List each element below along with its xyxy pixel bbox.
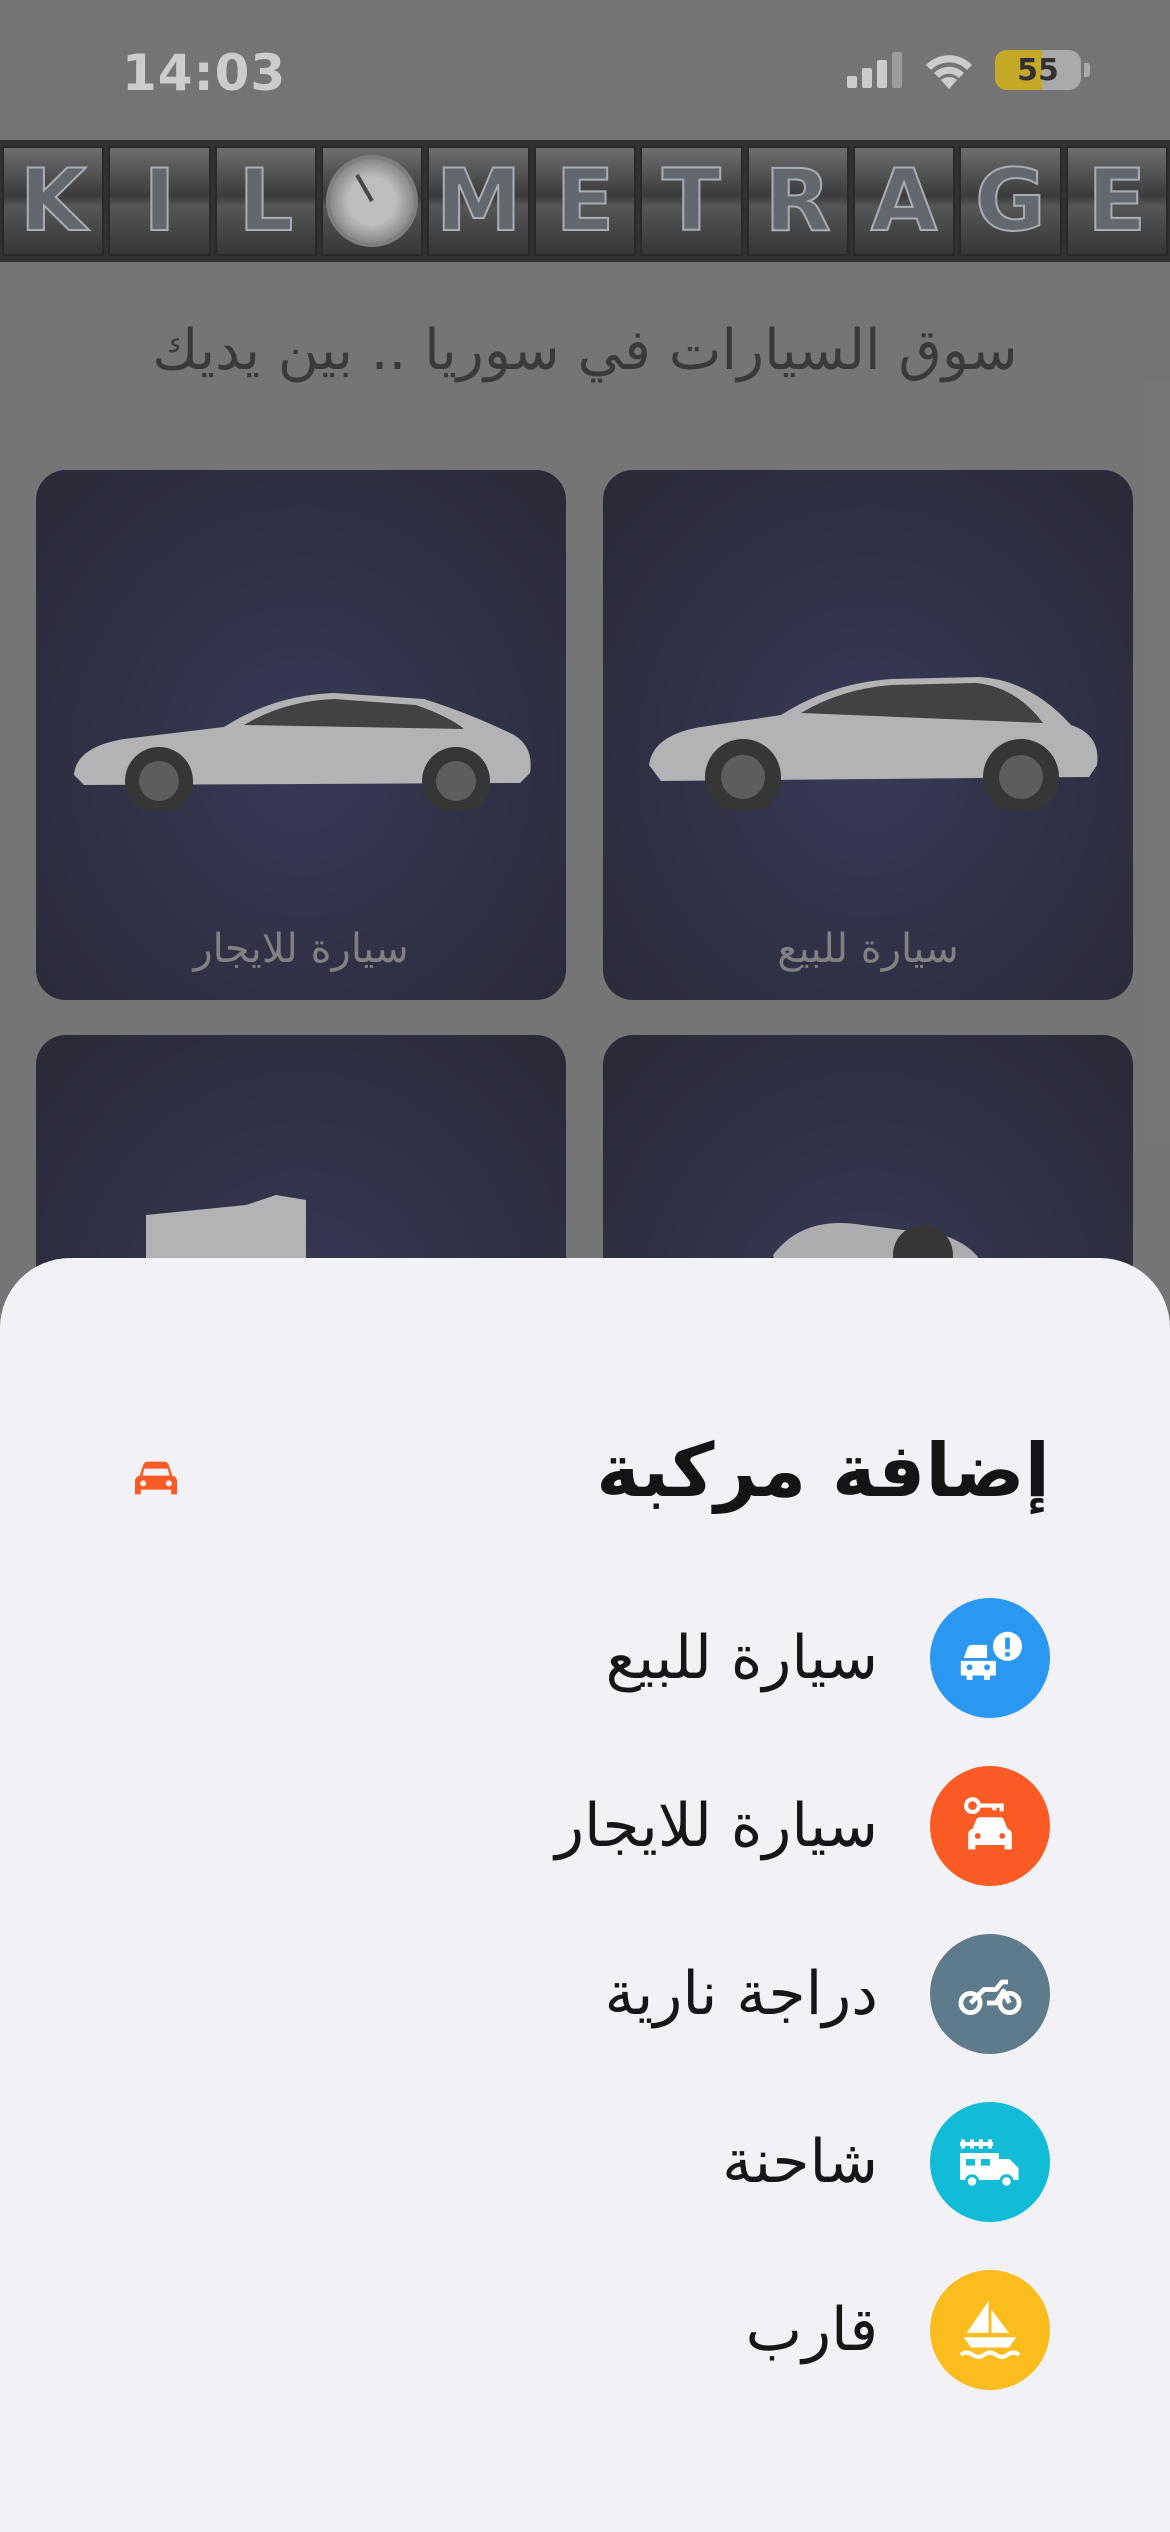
sedan-image [74, 693, 531, 810]
battery-percent: 55 [1017, 52, 1059, 88]
status-time: 14:03 [122, 44, 287, 102]
status-icons: 55 [847, 50, 1090, 90]
option-truck[interactable]: شاحنة [250, 2102, 1050, 2222]
app-logo: KILMETRAGE [0, 140, 1170, 262]
car-alert-icon [960, 1631, 1023, 1680]
logo-letter-text: L [237, 151, 294, 251]
option-label: قارب [745, 2295, 878, 2365]
battery-indicator: 55 [995, 50, 1081, 90]
car-key-icon [964, 1797, 1012, 1850]
logo-letter-text: E [1086, 151, 1147, 251]
option-icon [930, 2102, 1050, 2222]
option-boat[interactable]: قارب [250, 2270, 1050, 2390]
option-label: سيارة للايجار [555, 1791, 878, 1861]
battery-tip [1084, 63, 1090, 77]
category-card-car-rent[interactable]: سيارة للايجار [36, 470, 566, 1000]
option-label: سيارة للبيع [605, 1623, 878, 1693]
tagline: سوق السيارات في سوريا .. بين يديك [152, 318, 1018, 383]
option-label: شاحنة [722, 2127, 878, 2197]
logo-letter-text: A [870, 151, 939, 251]
logo-letter-text: K [19, 151, 88, 251]
signal-icon [847, 52, 902, 88]
option-icon [930, 1598, 1050, 1718]
logo-letter-text: M [435, 151, 523, 251]
logo-letter: E [533, 146, 637, 256]
logo-letter-text: T [661, 151, 722, 251]
add-vehicle-sheet: إضافة مركبة سيارة للبيع سيارة للايجار در… [0, 1258, 1170, 2532]
speedometer-icon [326, 155, 419, 247]
logo-letter: E [1065, 146, 1168, 256]
logo-letter: M [427, 146, 530, 256]
option-icon [930, 1766, 1050, 1886]
logo-letter: A [852, 146, 956, 256]
motorcycle-icon [958, 1979, 1022, 2016]
logo-letter-text: E [555, 151, 616, 251]
sheet-header: إضافة مركبة [0, 1428, 1170, 1528]
logo-letter: R [746, 146, 849, 256]
option-car-sale[interactable]: سيارة للبيع [250, 1598, 1050, 1718]
logo-letter: I [108, 146, 211, 256]
option-motorcycle[interactable]: دراجة نارية [250, 1934, 1050, 2054]
logo-letter: G [959, 146, 1062, 256]
fire-truck-icon [960, 2139, 1019, 2189]
option-icon [930, 2270, 1050, 2390]
logo-letter-text: G [974, 151, 1047, 251]
logo-speedometer [321, 146, 424, 256]
wifi-icon [926, 55, 972, 89]
logo-letter: L [214, 146, 318, 256]
option-icon [930, 1934, 1050, 2054]
logo-letter: T [640, 146, 743, 256]
card-label: سيارة للايجار [193, 926, 409, 972]
logo-letter-text: I [143, 151, 177, 251]
category-card-car-sale[interactable]: سيارة للبيع [603, 470, 1133, 1000]
option-label: دراجة نارية [604, 1959, 878, 2029]
logo-letter-text: R [764, 151, 832, 251]
car-icon [135, 1461, 177, 1495]
suv-image [649, 677, 1098, 810]
card-label: سيارة للبيع [777, 926, 959, 972]
option-car-rent[interactable]: سيارة للايجار [250, 1766, 1050, 1886]
status-bar: 14:03 55 [0, 0, 1170, 140]
sheet-title: إضافة مركبة [596, 1428, 1050, 1514]
logo-letter: K [2, 146, 105, 256]
sailboat-icon [959, 2300, 1021, 2360]
